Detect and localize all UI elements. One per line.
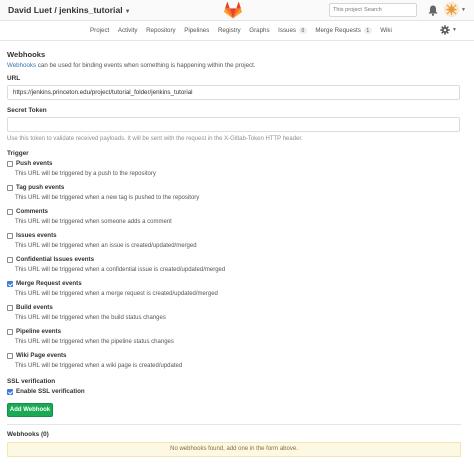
webhooks-list-title: Webhooks (0) xyxy=(7,431,49,438)
tab-issues[interactable]: Issues 0 xyxy=(278,27,307,34)
user-avatar[interactable] xyxy=(444,2,459,17)
trigger-pipeline-events[interactable]: Pipeline events xyxy=(7,328,61,335)
url-label: URL xyxy=(7,75,21,82)
gitlab-logo-icon[interactable] xyxy=(224,2,242,19)
trigger-label: Trigger xyxy=(7,150,29,157)
search-input[interactable] xyxy=(364,5,414,15)
trigger-build-events[interactable]: Build events xyxy=(7,304,53,311)
nav-tabs: Project Activity Repository Pipelines Re… xyxy=(90,21,400,40)
issues-events-checkbox[interactable] xyxy=(7,232,13,239)
build-events-checkbox[interactable] xyxy=(7,304,13,311)
webhooks-help-link[interactable]: Webhooks xyxy=(7,62,36,69)
issues-count-badge: 0 xyxy=(299,27,307,34)
tab-label: Repository xyxy=(146,27,176,34)
trigger-description: This URL will be triggered when an issue… xyxy=(15,243,197,249)
push-events-checkbox[interactable] xyxy=(7,160,13,167)
trigger-label-text: Build events xyxy=(16,304,53,311)
tab-label: Wiki xyxy=(380,27,392,34)
confidential-issues-events-checkbox[interactable] xyxy=(7,256,13,263)
trigger-issues-events[interactable]: Issues events xyxy=(7,232,57,239)
enable-ssl-verification-checkbox[interactable] xyxy=(7,388,13,395)
search-box[interactable]: This project xyxy=(329,3,417,17)
trigger-label-text: Confidential Issues events xyxy=(16,256,95,263)
trigger-label-text: Tag push events xyxy=(16,184,65,191)
secret-token-label: Secret Token xyxy=(7,107,47,114)
tab-label: Activity xyxy=(117,27,138,34)
secret-token-help: Use this token to validate received payl… xyxy=(7,136,303,142)
tab-label: Registry xyxy=(217,27,241,34)
chevron-down-icon[interactable]: ▼ xyxy=(125,9,131,15)
ssl-verification-label: SSL verification xyxy=(7,378,56,385)
trigger-confidential-issues-events[interactable]: Confidential Issues events xyxy=(7,256,94,263)
merge-request-events-checkbox[interactable] xyxy=(7,280,13,287)
tab-label: Pipelines xyxy=(184,27,210,34)
webhooks-intro-text: can be used for binding events when some… xyxy=(36,62,256,69)
trigger-label-text: Wiki Page events xyxy=(16,352,67,359)
trigger-push-events[interactable]: Push events xyxy=(7,160,52,167)
tab-pipelines[interactable]: Pipelines xyxy=(184,27,209,34)
avatar-pattern-icon xyxy=(444,2,459,17)
trigger-label-text: Push events xyxy=(16,160,53,167)
url-input[interactable] xyxy=(7,85,460,100)
tab-project[interactable]: Project xyxy=(90,27,109,34)
section-divider xyxy=(7,424,461,425)
top-header: David Luet / jenkins_tutorial ▼ This proj… xyxy=(0,0,474,21)
tab-label: Graphs xyxy=(249,27,270,34)
page-title: Webhooks xyxy=(7,50,46,59)
trigger-description: This URL will be triggered when the buil… xyxy=(15,315,166,321)
trigger-label-text: Merge Request events xyxy=(16,280,82,287)
trigger-label-text: Comments xyxy=(16,208,48,215)
tab-registry[interactable]: Registry xyxy=(218,27,241,34)
tag-push-events-checkbox[interactable] xyxy=(7,184,13,191)
webhooks-intro: Webhooks can be used for binding events … xyxy=(7,62,256,69)
project-title[interactable]: David Luet / jenkins_tutorial ▼ xyxy=(8,5,131,15)
chevron-down-icon[interactable]: ▼ xyxy=(452,27,457,33)
ssl-verification-option[interactable]: Enable SSL verification xyxy=(7,388,85,395)
project-title-text[interactable]: David Luet / jenkins_tutorial xyxy=(8,5,123,15)
pipeline-events-checkbox[interactable] xyxy=(7,328,13,335)
trigger-label-text: Pipeline events xyxy=(16,328,62,335)
project-nav: Project Activity Repository Pipelines Re… xyxy=(0,21,474,41)
tab-label: Project xyxy=(90,27,110,34)
trigger-merge-request-events[interactable]: Merge Request events xyxy=(7,280,82,287)
trigger-wiki-page-events[interactable]: Wiki Page events xyxy=(7,352,67,359)
trigger-description: This URL will be triggered when someone … xyxy=(15,219,172,225)
trigger-description: This URL will be triggered by a push to … xyxy=(15,171,156,177)
tab-label: Issues xyxy=(278,27,297,34)
empty-webhooks-message: No webhooks found, add one in the form a… xyxy=(7,442,461,457)
search-scope-label: This project xyxy=(333,7,362,13)
merge-requests-count-badge: 1 xyxy=(363,27,372,34)
tab-repository[interactable]: Repository xyxy=(146,27,176,34)
tab-graphs[interactable]: Graphs xyxy=(249,27,269,34)
trigger-description: This URL will be triggered when a wiki p… xyxy=(15,363,183,369)
tab-activity[interactable]: Activity xyxy=(118,27,138,34)
add-webhook-button[interactable]: Add Webhook xyxy=(7,403,53,417)
trigger-label-text: Issues events xyxy=(16,232,57,239)
trigger-description: This URL will be triggered when a merge … xyxy=(15,291,218,297)
trigger-description: This URL will be triggered when a new ta… xyxy=(15,195,200,201)
bell-icon[interactable] xyxy=(428,5,438,16)
tab-label: Merge Requests xyxy=(315,27,361,34)
trigger-tag-push-events[interactable]: Tag push events xyxy=(7,184,64,191)
wiki-page-events-checkbox[interactable] xyxy=(7,352,13,359)
gear-icon[interactable] xyxy=(440,25,450,35)
trigger-comments[interactable]: Comments xyxy=(7,208,48,215)
tab-merge-requests[interactable]: Merge Requests 1 xyxy=(315,27,372,34)
ssl-option-text: Enable SSL verification xyxy=(16,388,85,395)
trigger-description: This URL will be triggered when a confid… xyxy=(15,267,226,273)
chevron-down-icon[interactable]: ▼ xyxy=(461,7,466,13)
trigger-description: This URL will be triggered when the pipe… xyxy=(15,339,174,345)
comments-checkbox[interactable] xyxy=(7,208,13,215)
secret-token-input[interactable] xyxy=(7,117,460,132)
tab-wiki[interactable]: Wiki xyxy=(380,27,392,34)
